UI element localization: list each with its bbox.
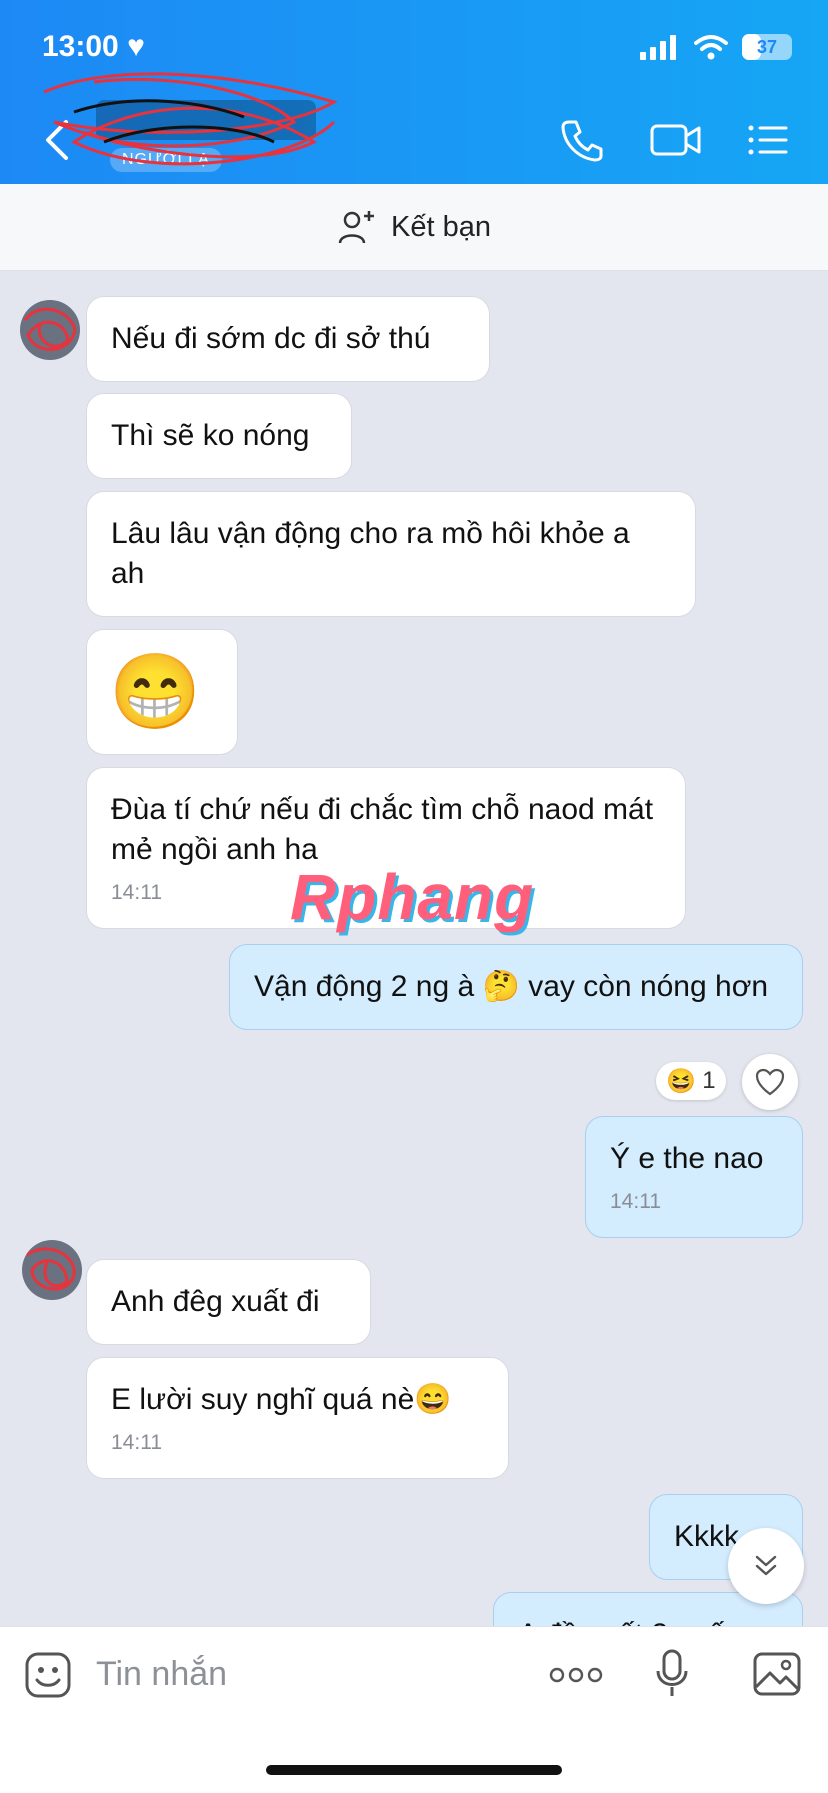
message-bubble-outgoing[interactable]: Ý e the nao 14:11 <box>585 1116 803 1238</box>
image-gallery-icon[interactable] <box>752 1651 802 1697</box>
battery-icon: 37 <box>742 34 792 60</box>
message-timestamp: 14:11 <box>610 1190 661 1213</box>
message-bubble-outgoing[interactable]: Vận động 2 ng à 🤔 vay còn nóng hơn <box>229 944 803 1030</box>
watermark: Rphang <box>290 861 535 933</box>
message-text: Anh đêg xuất đi <box>111 1285 320 1318</box>
sticker-icon[interactable] <box>24 1651 72 1699</box>
add-friend-bar[interactable]: Kết bạn <box>0 184 828 271</box>
redaction-scribble <box>23 307 77 351</box>
battery-level: 37 <box>756 36 778 57</box>
home-indicator <box>266 1765 562 1775</box>
message-bubble-incoming[interactable]: 😁 <box>86 629 238 755</box>
signal-icon <box>640 35 676 60</box>
contact-avatar[interactable] <box>22 1240 82 1300</box>
reaction-count: 1 <box>702 1067 716 1094</box>
heart-outline-icon <box>755 1068 785 1096</box>
add-friend-icon <box>338 211 374 244</box>
message-input-bar: Tin nhắn <box>0 1626 828 1793</box>
message-bubble-incoming[interactable]: Nếu đi sớm dc đi sở thú <box>86 296 490 382</box>
status-icons: 37 <box>640 34 792 60</box>
message-text: E lười suy nghĩ quá nè😄 <box>111 1383 452 1416</box>
wifi-icon <box>694 35 728 60</box>
like-button[interactable] <box>742 1054 798 1110</box>
video-call-icon[interactable] <box>650 118 702 162</box>
message-bubble-incoming[interactable]: E lười suy nghĩ quá nè😄 14:11 <box>86 1357 509 1479</box>
redaction-scribble <box>26 1247 76 1291</box>
message-text: Đùa tí chứ nếu đi chắc tìm chỗ naod mát … <box>111 793 654 866</box>
laughing-emoji-icon: 😆 <box>666 1067 697 1095</box>
add-friend-label: Kết bạn <box>391 210 491 243</box>
reaction-badge[interactable]: 😆 1 <box>656 1062 726 1100</box>
redaction-scribble <box>43 72 338 166</box>
scroll-to-bottom-button[interactable] <box>728 1528 804 1604</box>
message-text: Vận động 2 ng à 🤔 vay còn nóng hơn <box>254 970 769 1003</box>
microphone-icon[interactable] <box>654 1649 690 1699</box>
message-bubble-incoming[interactable]: Thì sẽ ko nóng <box>86 393 352 479</box>
message-input[interactable]: Tin nhắn <box>96 1655 227 1694</box>
double-chevron-down-icon <box>755 1555 777 1576</box>
message-text: Nếu đi sớm dc đi sở thú <box>111 322 431 355</box>
message-bubble-incoming[interactable]: Anh đêg xuất đi <box>86 1259 371 1345</box>
message-timestamp: 14:11 <box>111 1431 162 1454</box>
more-options-icon[interactable] <box>548 1663 604 1687</box>
message-text: Lâu lâu vận động cho ra mồ hôi khỏe a ah <box>111 517 630 590</box>
message-bubble-incoming[interactable]: Lâu lâu vận động cho ra mồ hôi khỏe a ah <box>86 491 696 617</box>
phone-icon[interactable] <box>560 118 604 162</box>
message-text: Thì sẽ ko nóng <box>111 419 310 452</box>
message-text: Ý e the nao <box>610 1142 764 1175</box>
emoji-message: 😁 <box>109 650 202 733</box>
contact-avatar[interactable] <box>20 300 80 360</box>
chat-header: 13:00 ♥ 37 NGƯỜI LẠ <box>0 0 828 184</box>
menu-icon[interactable] <box>746 118 790 162</box>
